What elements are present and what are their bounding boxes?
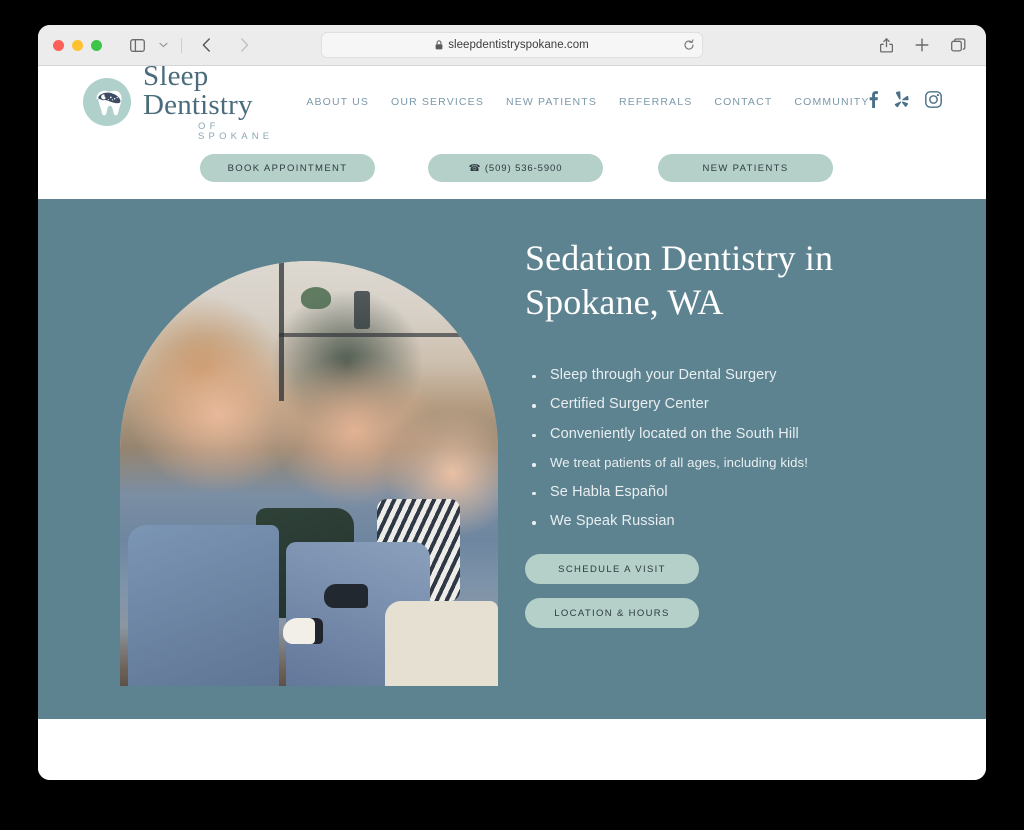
toolbar-nav-group: [125, 33, 256, 57]
url-text: sleepdentistryspokane.com: [448, 39, 589, 51]
list-item: Certified Surgery Center: [525, 396, 945, 412]
family-photo: [120, 261, 498, 686]
hero-image-arch: [120, 261, 498, 686]
nav-item-about-us[interactable]: ABOUT US: [306, 96, 369, 108]
hero-section: Sedation Dentistry in Spokane, WA Sleep …: [38, 199, 986, 719]
photo-detail-plant: [301, 286, 332, 309]
tabs-icon[interactable]: [946, 33, 970, 57]
nav-item-new-patients[interactable]: NEW PATIENTS: [506, 96, 597, 108]
main-navigation: ABOUT US OUR SERVICES NEW PATIENTS REFER…: [306, 96, 869, 108]
phone-button[interactable]: ☎ (509) 536-5900: [428, 154, 603, 182]
hero-content: Sedation Dentistry in Spokane, WA Sleep …: [525, 237, 945, 629]
close-window-button[interactable]: [53, 39, 64, 51]
hero-benefits-list: Sleep through your Dental Surgery Certif…: [525, 367, 945, 529]
photo-detail-sneaker-right: [324, 584, 369, 608]
nav-item-referrals[interactable]: REFERRALS: [619, 96, 692, 108]
social-links: [869, 90, 943, 113]
toolbar-actions: [874, 33, 970, 57]
hero-cta-group: SCHEDULE A VISIT LOCATION & HOURS: [525, 554, 945, 629]
location-and-hours-button[interactable]: LOCATION & HOURS: [525, 598, 699, 629]
facebook-icon[interactable]: [869, 90, 879, 113]
sleeping-tooth-logo-icon: [82, 77, 132, 127]
hero-title-line-1: Sedation Dentistry in: [525, 238, 834, 278]
photo-detail-bottle: [354, 290, 371, 329]
schedule-a-visit-button[interactable]: SCHEDULE A VISIT: [525, 554, 699, 585]
nav-item-our-services[interactable]: OUR SERVICES: [391, 96, 484, 108]
chevron-down-icon[interactable]: [151, 33, 175, 57]
brand-text: Sleep Dentistry OF SPOKANE: [143, 66, 273, 141]
brand-logo[interactable]: Sleep Dentistry OF SPOKANE: [82, 66, 273, 141]
list-item: We treat patients of all ages, including…: [525, 455, 945, 470]
photo-detail-shelf: [278, 261, 284, 402]
plus-icon[interactable]: [910, 33, 934, 57]
lock-icon: [435, 40, 443, 50]
list-item: We Speak Russian: [525, 513, 945, 529]
maximize-window-button[interactable]: [91, 39, 102, 51]
photo-detail-sneaker-left: [282, 618, 323, 644]
nav-item-contact[interactable]: CONTACT: [714, 96, 772, 108]
reload-icon[interactable]: [683, 39, 695, 51]
brand-tagline: OF SPOKANE: [198, 121, 274, 142]
toolbar-divider: [181, 37, 182, 53]
yelp-icon[interactable]: [894, 90, 910, 113]
list-item: Se Habla Español: [525, 484, 945, 500]
minimize-window-button[interactable]: [72, 39, 83, 51]
back-button[interactable]: [194, 33, 218, 57]
list-item: Conveniently located on the South Hill: [525, 426, 945, 442]
instagram-icon[interactable]: [925, 90, 943, 113]
book-appointment-button[interactable]: BOOK APPOINTMENT: [200, 154, 375, 182]
cta-bar: BOOK APPOINTMENT ☎ (509) 536-5900 NEW PA…: [38, 137, 986, 199]
brand-name: Sleep Dentistry: [143, 66, 253, 121]
window-controls: [53, 39, 102, 51]
list-item: Sleep through your Dental Surgery: [525, 367, 945, 383]
browser-toolbar: sleepdentistryspokane.com: [38, 25, 986, 66]
sidebar-icon[interactable]: [125, 33, 149, 57]
forward-button[interactable]: [232, 33, 256, 57]
address-bar[interactable]: sleepdentistryspokane.com: [321, 32, 703, 58]
photo-detail-shelf-row: [278, 333, 476, 338]
hero-title: Sedation Dentistry in Spokane, WA: [525, 237, 945, 325]
web-page: Sleep Dentistry OF SPOKANE ABOUT US OUR …: [38, 66, 986, 780]
site-header: Sleep Dentistry OF SPOKANE ABOUT US OUR …: [38, 66, 986, 141]
browser-window: sleepdentistryspokane.com Sleep Dentistr…: [38, 25, 986, 780]
hero-title-line-2: Spokane, WA: [525, 281, 724, 322]
new-patients-button[interactable]: NEW PATIENTS: [658, 154, 833, 182]
photo-detail-denim-left: [127, 524, 279, 686]
address-bar-container: sleepdentistryspokane.com: [321, 32, 703, 58]
photo-detail-pillow: [384, 601, 498, 686]
share-icon[interactable]: [874, 33, 898, 57]
nav-item-community[interactable]: COMMUNITY: [794, 96, 869, 108]
